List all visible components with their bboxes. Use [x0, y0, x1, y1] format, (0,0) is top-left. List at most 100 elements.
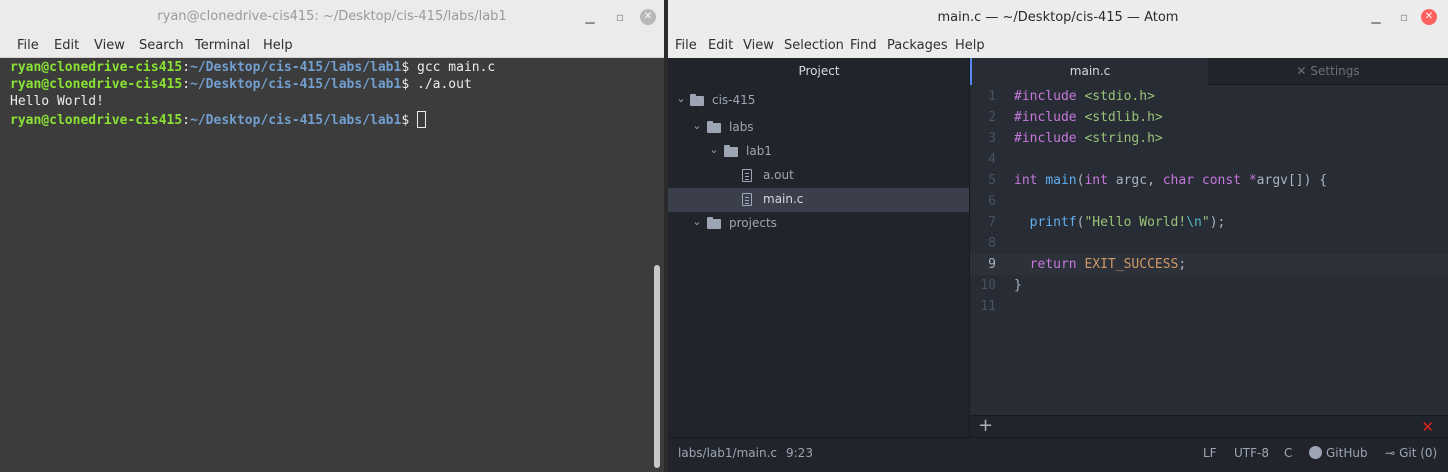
program-output: Hello World! — [10, 94, 104, 109]
maximize-icon[interactable]: ▫ — [612, 9, 628, 25]
menu-search[interactable]: Search — [139, 38, 184, 53]
menu-edit[interactable]: Edit — [54, 38, 79, 53]
folder-icon — [690, 94, 704, 106]
status-bar: labs/lab1/main.c 9:23 LF UTF-8 C GitHub … — [668, 437, 1448, 467]
tree-item-label: projects — [729, 216, 777, 230]
prompt-user: ryan@clonedrive-cis415 — [10, 113, 183, 128]
line-number: 9 — [988, 257, 996, 272]
prompt-path: ~/Desktop/cis-415/labs/lab1 — [190, 60, 402, 75]
tree-header[interactable]: Project — [668, 58, 970, 84]
chevron-down-icon: ⌄ — [692, 119, 702, 132]
line-number: 4 — [988, 152, 996, 167]
atom-titlebar[interactable]: main.c — ~/Desktop/cis-415 — Atom ▁ ▫ ✕ — [668, 0, 1448, 34]
tree-item-projects[interactable]: ⌄ projects — [668, 212, 969, 236]
menu-file[interactable]: File — [17, 38, 39, 53]
terminal-title: ryan@clonedrive-cis415: ~/Desktop/cis-41… — [157, 9, 507, 24]
code-editor[interactable]: 1 #include <stdio.h> 2 #include <stdlib.h>… — [970, 85, 1448, 415]
add-icon[interactable]: + — [978, 415, 993, 437]
tree-item-cis-415[interactable]: ⌄ cis-415 — [668, 89, 969, 113]
tree-item-lab1[interactable]: ⌄ lab1 — [668, 140, 969, 164]
tab-bar: main.c ✕ Settings — [970, 58, 1448, 85]
status-grammar[interactable]: C — [1284, 446, 1292, 460]
tree-item-label: lab1 — [746, 144, 772, 158]
bottom-panel: + ✕ — [970, 415, 1448, 437]
status-encoding[interactable]: UTF-8 — [1234, 446, 1269, 460]
minimize-icon[interactable]: ▁ — [582, 9, 598, 25]
tree-item-labs[interactable]: ⌄ labs — [668, 116, 969, 140]
prompt-separator: : — [182, 60, 191, 75]
code-line: 11 — [970, 296, 1448, 317]
line-number: 1 — [988, 89, 996, 104]
prompt-separator: : — [182, 113, 191, 128]
menu-view[interactable]: View — [743, 38, 774, 53]
terminal-line: ryan@clonedrive-cis415:~/Desktop/cis-415… — [10, 77, 472, 92]
file-icon — [742, 193, 752, 206]
terminal-output[interactable]: ryan@clonedrive-cis415:~/Desktop/cis-415… — [0, 58, 664, 472]
line-number: 2 — [988, 110, 996, 125]
prompt-user: ryan@clonedrive-cis415 — [10, 60, 183, 75]
prompt-separator: : — [182, 77, 191, 92]
menu-packages[interactable]: Packages — [887, 38, 948, 53]
minimize-icon[interactable]: ▁ — [1368, 9, 1384, 25]
tree-item-label: labs — [729, 120, 754, 134]
tree-item-a-out[interactable]: a.out — [668, 164, 969, 188]
project-tree: Project ⌄ cis-415 ⌄ labs ⌄ lab1 a.out ma… — [668, 58, 970, 437]
tree-item-label: main.c — [763, 192, 804, 206]
status-github[interactable]: GitHub — [1309, 446, 1368, 460]
prompt-path: ~/Desktop/cis-415/labs/lab1 — [190, 77, 402, 92]
atom-title: main.c — ~/Desktop/cis-415 — Atom — [937, 10, 1179, 25]
tree-item-main-c[interactable]: main.c — [668, 188, 969, 212]
git-label: Git (0) — [1399, 446, 1438, 460]
close-panel-icon[interactable]: ✕ — [1421, 417, 1434, 437]
menu-edit[interactable]: Edit — [708, 38, 733, 53]
code-line: 8 — [970, 233, 1448, 254]
code-line: 4 — [970, 149, 1448, 170]
tab-main-c[interactable]: main.c — [970, 58, 1208, 85]
tree-item-label: a.out — [763, 168, 794, 182]
terminal-titlebar[interactable]: ryan@clonedrive-cis415: ~/Desktop/cis-41… — [0, 0, 664, 34]
line-number: 5 — [988, 173, 996, 188]
menu-file[interactable]: File — [675, 38, 697, 53]
close-icon[interactable]: ✕ — [640, 9, 656, 25]
terminal-menubar: File Edit View Search Terminal Help — [0, 34, 664, 58]
code-line: 3 #include <string.h> — [970, 128, 1448, 149]
menu-help[interactable]: Help — [955, 38, 985, 53]
line-number: 7 — [988, 215, 996, 230]
file-icon — [742, 169, 752, 182]
menu-find[interactable]: Find — [850, 38, 877, 53]
menu-terminal[interactable]: Terminal — [195, 38, 250, 53]
code-line: 1 #include <stdio.h> — [970, 86, 1448, 107]
terminal-line: Hello World! — [10, 94, 104, 109]
code-text: int main(int argc, char const *argv[]) { — [1014, 173, 1328, 188]
menu-help[interactable]: Help — [263, 38, 293, 53]
tab-label: main.c — [1069, 64, 1111, 78]
maximize-icon[interactable]: ▫ — [1396, 9, 1412, 25]
command-text: $ gcc main.c — [401, 60, 496, 75]
status-file-path[interactable]: labs/lab1/main.c — [678, 446, 777, 460]
close-icon[interactable]: ✕ — [1421, 9, 1437, 25]
code-text: } — [1014, 278, 1022, 293]
menu-view[interactable]: View — [94, 38, 125, 53]
text-cursor — [417, 111, 426, 128]
line-number: 11 — [980, 299, 996, 314]
github-label: GitHub — [1326, 446, 1368, 460]
terminal-line: ryan@clonedrive-cis415:~/Desktop/cis-415… — [10, 111, 426, 128]
terminal-scrollbar[interactable] — [652, 58, 662, 472]
folder-icon — [707, 121, 721, 133]
tab-settings[interactable]: ✕ Settings — [1208, 58, 1448, 85]
chevron-down-icon: ⌄ — [692, 215, 702, 228]
code-text: #include <stdio.h> — [1014, 89, 1155, 104]
status-cursor-position[interactable]: 9:23 — [786, 446, 813, 460]
line-number: 10 — [980, 278, 996, 293]
atom-menubar: File Edit View Selection Find Packages H… — [668, 34, 1448, 58]
line-number: 8 — [988, 236, 996, 251]
scrollbar-thumb[interactable] — [654, 265, 660, 468]
status-line-ending[interactable]: LF — [1203, 446, 1217, 460]
status-git[interactable]: ⊸ Git (0) — [1385, 446, 1437, 460]
chevron-down-icon: ⌄ — [709, 143, 719, 156]
github-icon — [1309, 446, 1322, 459]
atom-window: main.c — ~/Desktop/cis-415 — Atom ▁ ▫ ✕ … — [668, 0, 1448, 472]
prompt-user: ryan@clonedrive-cis415 — [10, 77, 183, 92]
chevron-down-icon: ⌄ — [676, 92, 686, 105]
menu-selection[interactable]: Selection — [784, 38, 844, 53]
